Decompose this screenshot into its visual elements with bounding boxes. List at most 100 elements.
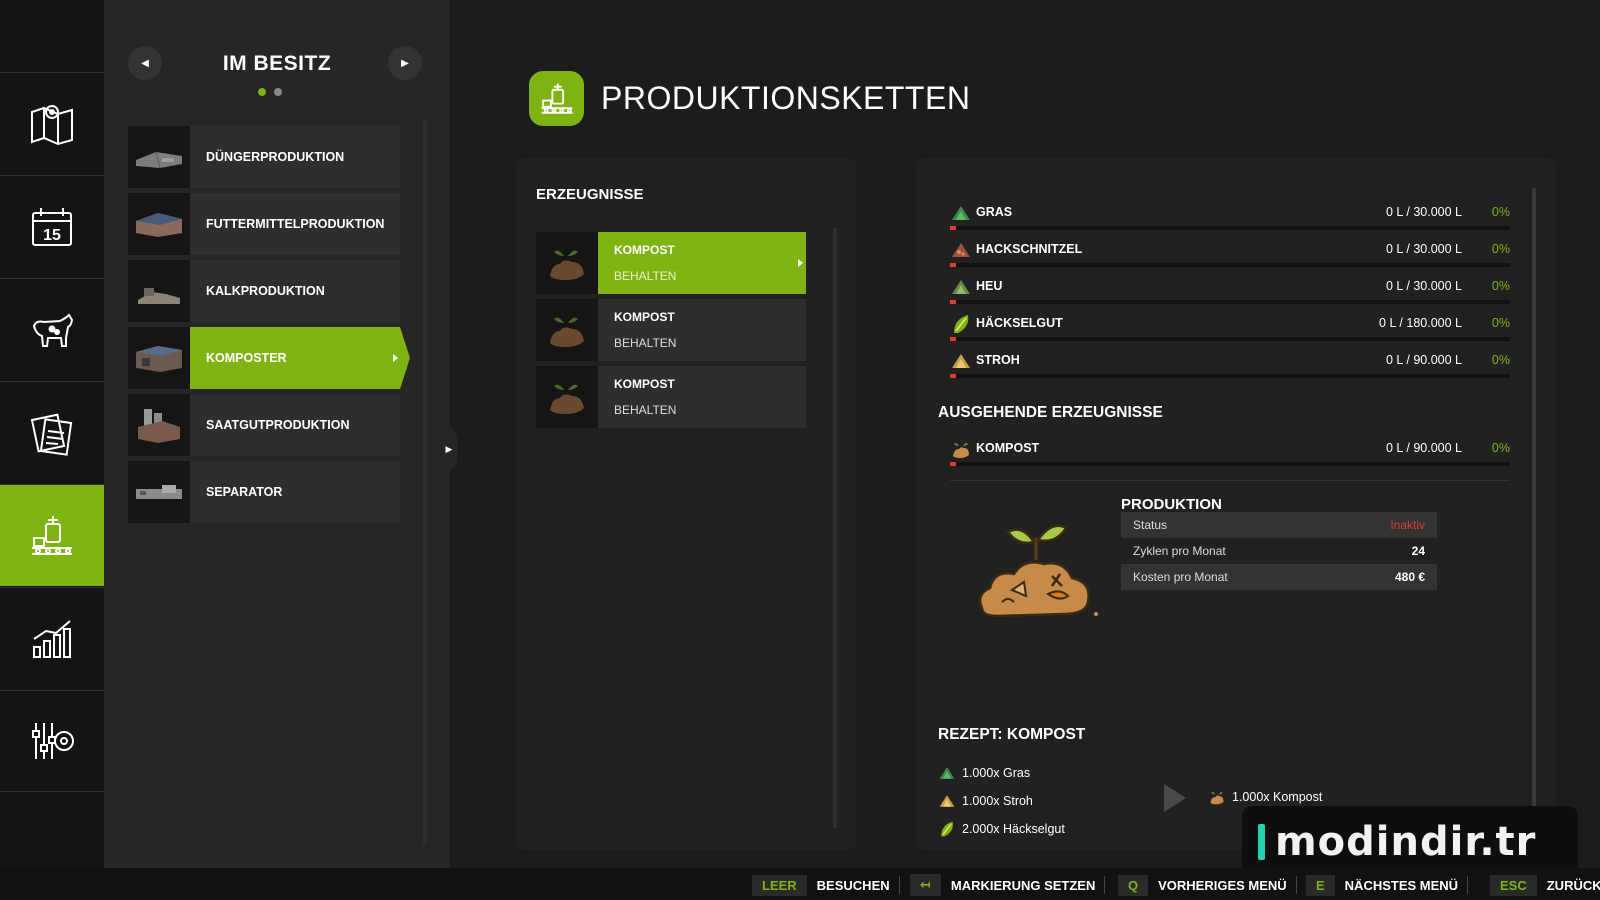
grass-icon [939, 767, 955, 779]
next-page-button[interactable]: ▶ [388, 46, 422, 80]
input-percent: 0% [1491, 242, 1510, 256]
product-item[interactable]: KOMPOST BEHALTEN [536, 299, 806, 361]
compost-icon [536, 366, 598, 428]
page-indicator [258, 88, 282, 96]
building-thumbnail [128, 126, 190, 188]
hint-previous-menu[interactable]: Q VORHERIGES MENÜ [1118, 874, 1297, 896]
owned-item-saatgutproduktion[interactable]: SAATGUTPRODUKTION [128, 394, 400, 456]
fill-level-bar [950, 263, 1510, 267]
stat-key: Kosten pro Monat [1133, 570, 1228, 584]
owned-header: ◀ IM BESITZ ▶ [104, 44, 450, 84]
rail-item-settings[interactable] [0, 690, 104, 792]
prev-page-button[interactable]: ◀ [128, 46, 162, 80]
key-badge: E [1306, 874, 1335, 896]
fill-level-bar [950, 337, 1510, 341]
production-icon [32, 515, 72, 555]
hay-icon [952, 280, 970, 294]
rail-item-calendar[interactable]: 15 [0, 175, 104, 277]
product-item[interactable]: KOMPOST BEHALTEN [536, 232, 806, 294]
hint-back[interactable]: ESC ZURÜCK [1490, 874, 1600, 896]
hint-visit[interactable]: LEER BESUCHEN [752, 874, 900, 896]
statistics-icon [33, 619, 71, 658]
cycles-value: 24 [1411, 544, 1425, 558]
recipe-output-text: 1.000x Kompost [1232, 790, 1323, 804]
straw-icon [939, 795, 955, 807]
game-menu-screen: 15 ◀ IM BESITZ ▶ DÜNGERPRODUKTION FUTTER… [0, 0, 1600, 900]
hint-label: ZURÜCK [1546, 877, 1600, 893]
fill-level-bar [950, 462, 1510, 466]
compost-icon [1210, 791, 1224, 805]
products-list: KOMPOST BEHALTEN KOMPOST BEHALTEN KOMPOS… [536, 232, 806, 433]
rail-item-animals[interactable] [0, 278, 104, 380]
input-percent: 0% [1491, 353, 1510, 367]
costs-value: 480 € [1394, 570, 1425, 584]
owned-item-kalkproduktion[interactable]: KALKPRODUKTION [128, 260, 400, 322]
product-name: KOMPOST [614, 377, 675, 391]
divider [950, 480, 1510, 481]
fill-level-bar [950, 300, 1510, 304]
map-icon [31, 104, 73, 145]
page-dot[interactable] [274, 88, 282, 96]
arrow-right-icon: ▶ [401, 57, 409, 69]
rail-item-statistics[interactable] [0, 587, 104, 689]
owned-item-label: SAATGUTPRODUKTION [206, 418, 350, 432]
owned-item-duengerproduktion[interactable]: DÜNGERPRODUKTION [128, 126, 400, 188]
products-panel: ERZEUGNISSE KOMPOST BEHALTEN KOMPOST BEH [516, 158, 856, 850]
input-amount: 0 L / 180.000 L [1379, 316, 1462, 330]
recipe-input: 2.000x Häckselgut [938, 820, 1065, 838]
page-dot[interactable] [258, 88, 266, 96]
status-value: Inaktiv [1390, 518, 1425, 532]
rail-item-production[interactable] [0, 484, 112, 586]
rail-item-map[interactable] [0, 72, 104, 174]
outgoing-title: AUSGEHENDE ERZEUGNISSE [938, 404, 1163, 421]
products-scrollbar[interactable] [833, 228, 837, 828]
hint-next-menu[interactable]: E NÄCHSTES MENÜ [1306, 874, 1469, 896]
owned-item-komposter[interactable]: KOMPOSTER [128, 327, 410, 389]
building-thumbnail [128, 260, 190, 322]
production-chains-icon [529, 71, 584, 126]
collapse-panel-button[interactable]: ▶ [440, 424, 458, 474]
building-thumbnail [128, 394, 190, 456]
output-row-kompost: KOMPOST 0 L / 90.000 L 0% [950, 438, 1510, 474]
input-amount: 0 L / 90.000 L [1386, 353, 1462, 367]
product-item[interactable]: KOMPOST BEHALTEN [536, 366, 806, 428]
products-title: ERZEUGNISSE [536, 186, 644, 203]
product-name: KOMPOST [614, 310, 675, 324]
compost-icon [536, 299, 598, 361]
building-thumbnail [128, 193, 190, 255]
owned-scrollbar[interactable] [423, 120, 427, 844]
selected-caret-icon [798, 259, 803, 267]
stat-key: Status [1133, 518, 1168, 532]
product-mode: BEHALTEN [614, 269, 677, 283]
compost-illustration-icon [979, 524, 1098, 618]
cycles-row: Zyklen pro Monat 24 [1121, 538, 1437, 564]
input-row-hackschnitzel: HACKSCHNITZEL 0 L / 30.000 L 0% [950, 239, 1510, 275]
hint-label: NÄCHSTES MENÜ [1344, 877, 1459, 893]
input-row-heu: HEU 0 L / 30.000 L 0% [950, 276, 1510, 312]
fill-level-bar [950, 374, 1510, 378]
input-name: GRAS [976, 205, 1013, 219]
rail-item-contracts[interactable] [0, 381, 104, 483]
contracts-icon [30, 412, 73, 456]
detail-panel: GRAS 0 L / 30.000 L 0% HACKSCHNITZEL 0 L… [916, 158, 1556, 850]
owned-item-separator[interactable]: SEPARATOR [128, 461, 400, 523]
hint-set-marker[interactable]: ↤ MARKIERUNG SETZEN [910, 874, 1106, 896]
hint-label: MARKIERUNG SETZEN [950, 877, 1096, 893]
stat-key: Zyklen pro Monat [1133, 544, 1226, 558]
input-hint-bar: LEER BESUCHEN ↤ MARKIERUNG SETZEN Q VORH… [0, 868, 1600, 900]
input-name: HEU [976, 279, 1003, 293]
detail-scrollbar[interactable] [1532, 188, 1536, 818]
page-title: PRODUKTIONSKETTEN [601, 80, 971, 116]
input-percent: 0% [1491, 279, 1510, 293]
recipe-title: REZEPT: KOMPOST [938, 726, 1086, 743]
owned-item-futtermittelproduktion[interactable]: FUTTERMITTELPRODUKTION [128, 193, 400, 255]
recipe-output: 1.000x Kompost [1208, 788, 1322, 806]
recipe-input-text: 2.000x Häckselgut [962, 822, 1065, 836]
production-title: PRODUKTION [1121, 496, 1222, 513]
status-row: Status Inaktiv [1121, 512, 1437, 538]
input-amount: 0 L / 30.000 L [1386, 205, 1462, 219]
owned-panel: ◀ IM BESITZ ▶ DÜNGERPRODUKTION FUTTERMIT… [104, 0, 450, 868]
owned-list: DÜNGERPRODUKTION FUTTERMITTELPRODUKTION … [128, 126, 410, 528]
costs-row: Kosten pro Monat 480 € [1121, 564, 1437, 590]
recipe-input: 1.000x Stroh [938, 792, 1033, 810]
